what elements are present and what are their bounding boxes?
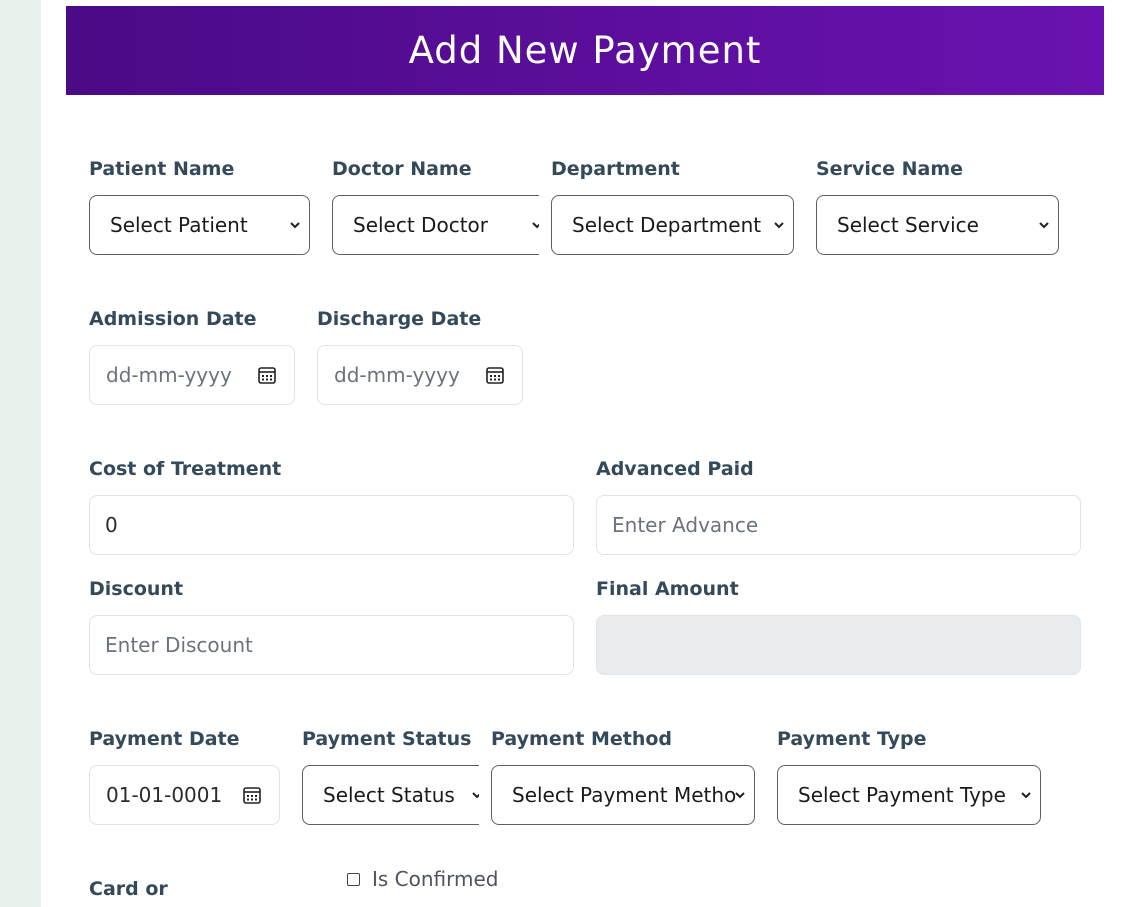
advanced-paid-placeholder: Enter Advance	[612, 513, 759, 537]
payment-status-select[interactable]: Select Status	[302, 765, 479, 825]
patient-name-label: Patient Name	[89, 158, 235, 180]
department-select-value: Select Department	[572, 213, 762, 237]
payment-type-select[interactable]: Select Payment Type	[777, 765, 1041, 825]
admission-date-input[interactable]: dd-mm-yyyy	[89, 345, 295, 405]
department-select[interactable]: Select Department	[551, 195, 794, 255]
admission-date-placeholder: dd-mm-yyyy	[106, 363, 232, 387]
department-label: Department	[551, 158, 680, 180]
chevron-down-icon	[290, 222, 300, 229]
calendar-icon[interactable]	[242, 785, 262, 805]
chevron-down-icon	[735, 792, 745, 799]
payment-method-select-value: Select Payment Metho	[512, 783, 737, 807]
doctor-select[interactable]: Select Doctor	[332, 195, 539, 255]
payment-status-select-value: Select Status	[323, 783, 455, 807]
is-confirmed-label[interactable]: Is Confirmed	[372, 867, 499, 891]
patient-select-value: Select Patient	[110, 213, 248, 237]
page-title: Add New Payment	[408, 29, 762, 72]
chevron-down-icon	[1021, 792, 1031, 799]
payment-method-label: Payment Method	[491, 728, 673, 750]
admission-date-label: Admission Date	[89, 308, 257, 330]
doctor-name-label: Doctor Name	[332, 158, 472, 180]
service-select-value: Select Service	[837, 213, 979, 237]
service-name-label: Service Name	[816, 158, 964, 180]
discount-placeholder: Enter Discount	[105, 633, 253, 657]
chevron-down-icon	[472, 792, 479, 799]
advanced-paid-input[interactable]: Enter Advance	[596, 495, 1081, 555]
left-sidebar-strip	[0, 0, 41, 907]
calendar-icon[interactable]	[485, 365, 505, 385]
advanced-paid-label: Advanced Paid	[596, 458, 754, 480]
discharge-date-input[interactable]: dd-mm-yyyy	[317, 345, 523, 405]
is-confirmed-checkbox[interactable]	[347, 872, 360, 886]
calendar-icon[interactable]	[257, 365, 277, 385]
chevron-down-icon	[532, 222, 539, 229]
doctor-select-value: Select Doctor	[353, 213, 488, 237]
discount-label: Discount	[89, 578, 184, 600]
chevron-down-icon	[774, 222, 784, 229]
cost-of-treatment-label: Cost of Treatment	[89, 458, 282, 480]
cost-of-treatment-input[interactable]: 0	[89, 495, 574, 555]
page-header: Add New Payment	[66, 6, 1104, 95]
payment-type-select-value: Select Payment Type	[798, 783, 1006, 807]
is-confirmed-row[interactable]: Is Confirmed	[347, 867, 499, 891]
patient-select[interactable]: Select Patient	[89, 195, 310, 255]
chevron-down-icon	[1039, 222, 1049, 229]
payment-date-value: 01-01-0001	[106, 783, 223, 807]
discount-input[interactable]: Enter Discount	[89, 615, 574, 675]
discharge-date-placeholder: dd-mm-yyyy	[334, 363, 460, 387]
cost-of-treatment-value: 0	[105, 513, 118, 537]
discharge-date-label: Discharge Date	[317, 308, 482, 330]
service-select[interactable]: Select Service	[816, 195, 1059, 255]
final-amount-input	[596, 615, 1081, 675]
payment-date-label: Payment Date	[89, 728, 240, 750]
final-amount-label: Final Amount	[596, 578, 739, 600]
card-or-label: Card or	[89, 878, 168, 900]
payment-type-label: Payment Type	[777, 728, 927, 750]
payment-method-select[interactable]: Select Payment Metho	[491, 765, 755, 825]
payment-date-input[interactable]: 01-01-0001	[89, 765, 280, 825]
payment-status-label: Payment Status	[302, 728, 472, 750]
